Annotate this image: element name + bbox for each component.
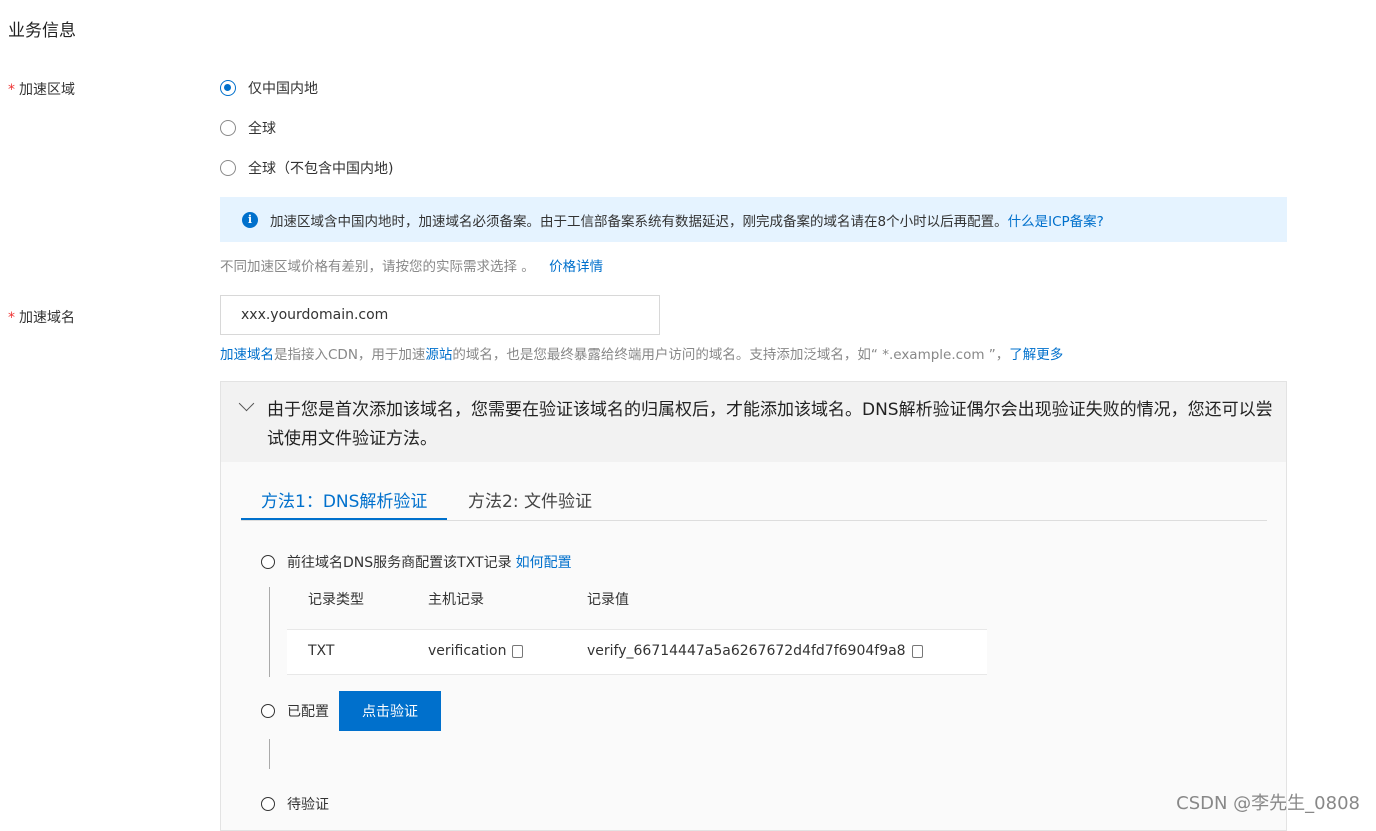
chevron-down-icon[interactable] — [238, 395, 255, 412]
region-option-label: 全球 — [248, 121, 276, 137]
origin-term-link[interactable]: 源站 — [425, 347, 452, 363]
region-option-global[interactable]: 全球 — [220, 118, 276, 138]
host-record-cell: verification — [428, 643, 524, 659]
verify-button[interactable]: 点击验证 — [339, 691, 441, 731]
table-header: 记录值 — [587, 592, 629, 608]
domain-desc-text: 是指接入CDN，用于加速 — [274, 347, 426, 363]
domain-input[interactable]: xxx.yourdomain.com — [220, 295, 660, 335]
verification-header[interactable]: 由于您是首次添加该域名，您需要在验证该域名的归属权后，才能添加该域名。DNS解析… — [221, 382, 1286, 462]
verification-tabs: 方法1：DNS解析验证 方法2: 文件验证 — [241, 480, 1267, 521]
icp-help-link[interactable]: 什么是ICP备案? — [1008, 210, 1104, 230]
table-header: 主机记录 — [428, 592, 484, 608]
required-mark: * — [8, 310, 15, 326]
table-header: 记录类型 — [308, 592, 364, 608]
table-row: TXT verification verify_66714447a5a62676… — [287, 629, 987, 675]
copy-icon[interactable] — [911, 644, 923, 658]
step-text: 待验证 — [287, 797, 329, 813]
record-type: TXT — [308, 643, 335, 659]
domain-label-row: * 加速域名 — [8, 307, 75, 327]
step-circle-icon — [261, 797, 275, 811]
radio-checked-icon[interactable] — [220, 80, 236, 96]
watermark: CSDN @李先生_0808 — [1176, 793, 1360, 814]
verification-message: 由于您是首次添加该域名，您需要在验证该域名的归属权后，才能添加该域名。DNS解析… — [267, 400, 1273, 449]
region-option-label: 全球（不包含中国内地) — [248, 161, 394, 177]
price-details-link[interactable]: 价格详情 — [549, 259, 603, 275]
step-text: 前往域名DNS服务商配置该TXT记录 — [287, 555, 512, 571]
domain-label: 加速域名 — [19, 310, 75, 326]
tab-file-verification[interactable]: 方法2: 文件验证 — [468, 480, 592, 518]
record-value: verify_66714447a5a6267672d4fd7f6904f9a8 — [587, 643, 906, 659]
region-label-row: * 加速区域 — [8, 79, 75, 99]
how-to-configure-link[interactable]: 如何配置 — [516, 552, 572, 572]
region-option-mainland[interactable]: 仅中国内地 — [220, 78, 318, 98]
price-hint-row: 不同加速区域价格有差别，请按您的实际需求选择 。 价格详情 — [220, 255, 603, 275]
radio-unchecked-icon[interactable] — [220, 120, 236, 136]
domain-desc-text: 的域名，也是您最终暴露给终端用户访问的域名。支持添加泛域名，如“ *.examp… — [452, 347, 1010, 363]
icp-notice: i 加速区域含中国内地时，加速域名必须备案。由于工信部备案系统有数据延迟，刚完成… — [220, 197, 1287, 242]
step-circle-icon — [261, 555, 275, 569]
info-icon: i — [242, 211, 258, 228]
record-value-cell: verify_66714447a5a6267672d4fd7f6904f9a8 — [587, 643, 923, 659]
price-hint: 不同加速区域价格有差别，请按您的实际需求选择 。 — [220, 259, 535, 275]
domain-description: 加速域名是指接入CDN，用于加速源站的域名，也是您最终暴露给终端用户访问的域名。… — [220, 343, 1063, 363]
step-circle-icon — [261, 704, 275, 718]
step-text: 已配置 — [287, 704, 329, 720]
verification-panel: 由于您是首次添加该域名，您需要在验证该域名的归属权后，才能添加该域名。DNS解析… — [220, 381, 1287, 831]
step-configure-record: 前往域名DNS服务商配置该TXT记录 如何配置 — [261, 552, 572, 572]
step-connector — [269, 739, 270, 769]
section-title: 业务信息 — [8, 21, 76, 41]
region-label: 加速区域 — [19, 82, 75, 98]
step-connector — [269, 587, 270, 677]
required-mark: * — [8, 82, 15, 98]
icp-notice-text: 加速区域含中国内地时，加速域名必须备案。由于工信部备案系统有数据延迟，刚完成备案… — [270, 213, 1008, 230]
tab-dns-verification[interactable]: 方法1：DNS解析验证 — [241, 480, 448, 520]
region-option-label: 仅中国内地 — [248, 81, 318, 97]
step-pending: 待验证 — [261, 794, 329, 814]
copy-icon[interactable] — [512, 644, 524, 658]
host-record: verification — [428, 643, 507, 659]
step-configured: 已配置 点击验证 — [261, 691, 441, 731]
learn-more-link[interactable]: 了解更多 — [1009, 347, 1063, 363]
domain-term-link[interactable]: 加速域名 — [220, 347, 274, 363]
radio-unchecked-icon[interactable] — [220, 160, 236, 176]
region-option-global-excl-mainland[interactable]: 全球（不包含中国内地) — [220, 158, 393, 178]
